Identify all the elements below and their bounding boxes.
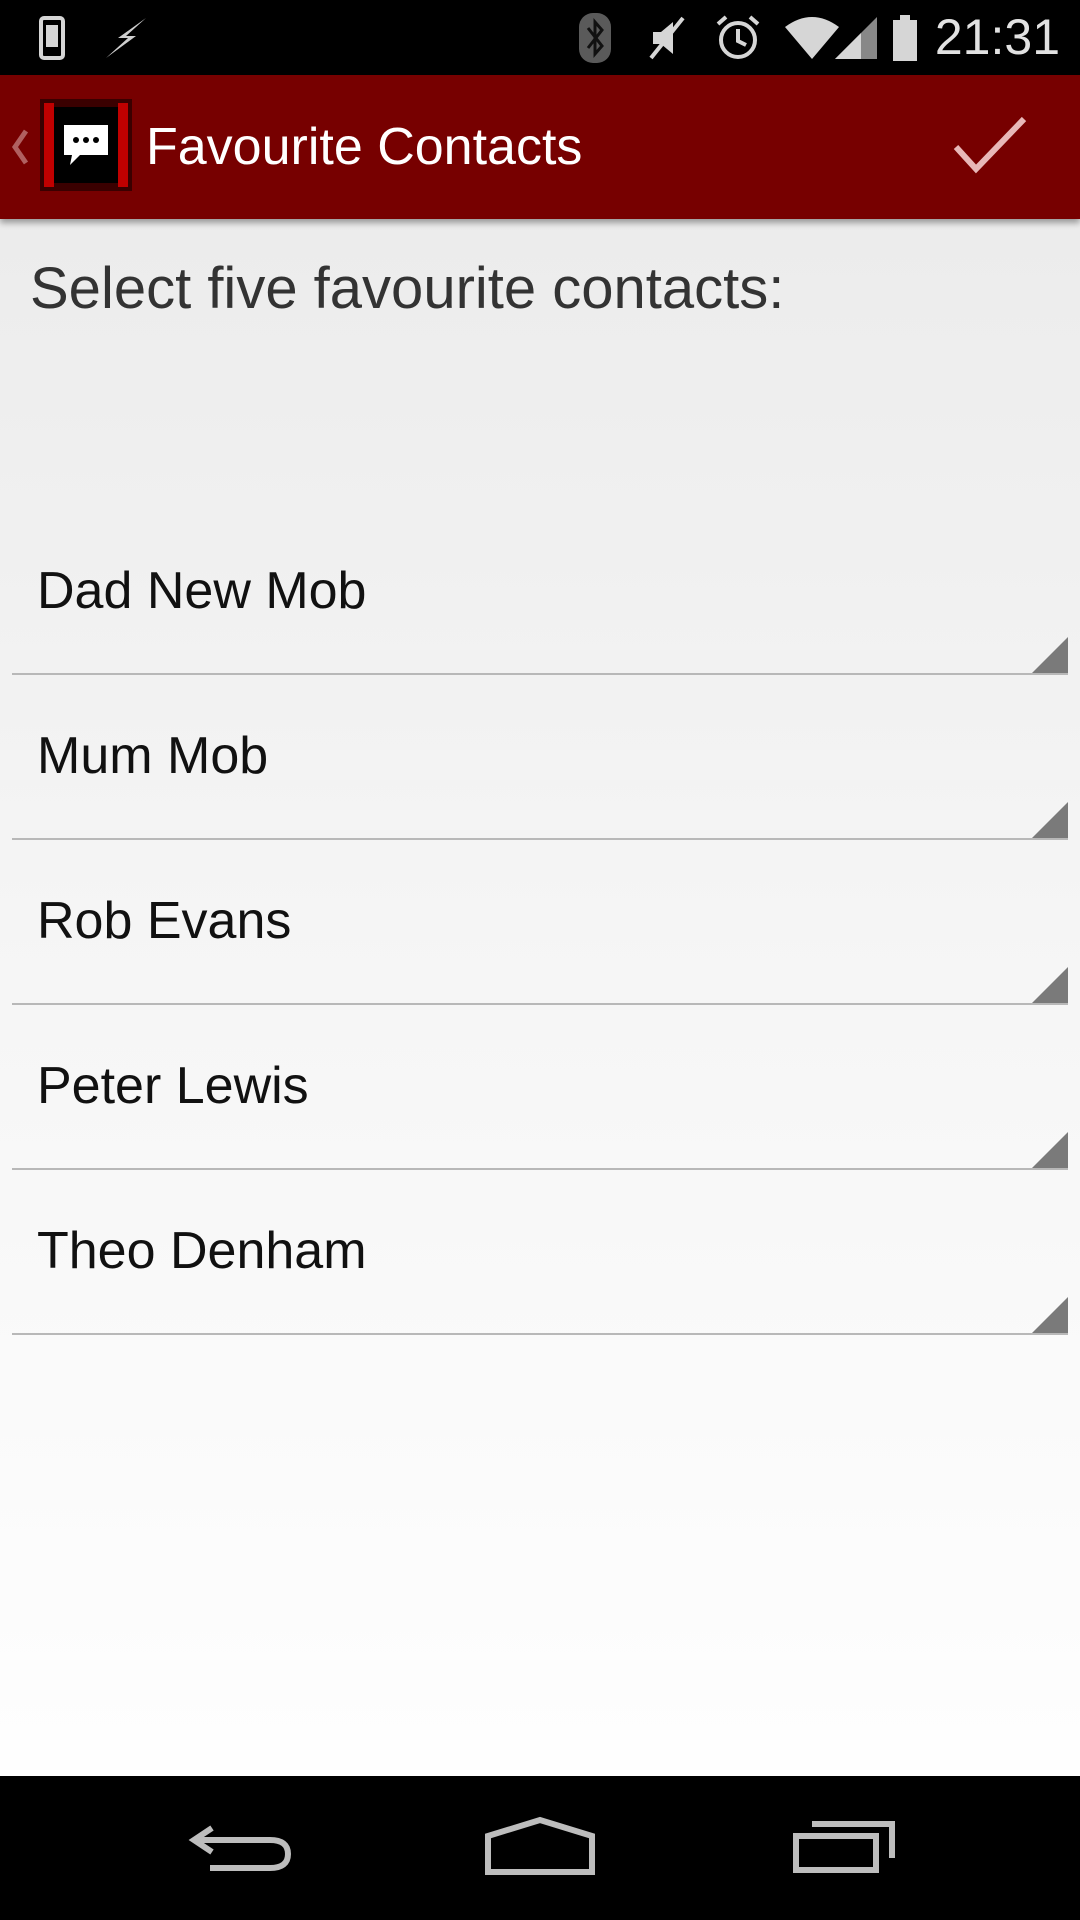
spinner-label: Mum Mob — [37, 727, 269, 785]
home-button[interactable] — [460, 1776, 620, 1920]
battery-icon — [890, 0, 920, 75]
action-bar: Favourite Contacts — [0, 75, 1080, 219]
contact-spinner-3[interactable]: Rob Evans — [12, 839, 1068, 1005]
charging-icon — [100, 0, 152, 75]
recent-apps-button[interactable] — [764, 1776, 924, 1920]
phone-icon — [34, 0, 70, 75]
instruction-text: Select five favourite contacts: — [30, 256, 785, 321]
signal-icon — [832, 0, 880, 75]
bluetooth-icon — [575, 0, 615, 75]
navigation-bar — [0, 1776, 1080, 1920]
contact-spinner-2[interactable]: Mum Mob — [12, 674, 1068, 840]
status-bar: 21:31 — [0, 0, 1080, 75]
spinner-label: Dad New Mob — [37, 562, 367, 620]
clock: 21:31 — [934, 9, 1060, 65]
spinner-label: Rob Evans — [37, 892, 292, 950]
dropdown-arrow-icon — [1032, 637, 1068, 673]
page-title: Favourite Contacts — [146, 118, 583, 176]
done-button[interactable] — [930, 75, 1050, 219]
alarm-icon — [712, 0, 764, 75]
spinner-label: Peter Lewis — [37, 1057, 309, 1115]
content-area: Select five favourite contacts: Dad New … — [0, 219, 1080, 1776]
home-icon — [484, 1816, 596, 1881]
contact-spinner-5[interactable]: Theo Denham — [12, 1169, 1068, 1335]
back-arrow-icon — [188, 1818, 292, 1879]
chevron-left-icon[interactable] — [10, 75, 30, 219]
chat-bubble-icon[interactable] — [40, 99, 132, 191]
recent-apps-icon — [792, 1818, 896, 1879]
dropdown-arrow-icon — [1032, 1132, 1068, 1168]
checkmark-icon — [952, 115, 1028, 180]
dropdown-arrow-icon — [1032, 802, 1068, 838]
contact-spinner-4[interactable]: Peter Lewis — [12, 1004, 1068, 1170]
dropdown-arrow-icon — [1032, 1297, 1068, 1333]
contact-spinner-1[interactable]: Dad New Mob — [12, 509, 1068, 675]
vibrate-mute-icon — [642, 0, 692, 75]
dropdown-arrow-icon — [1032, 967, 1068, 1003]
back-button[interactable] — [160, 1776, 320, 1920]
spinner-label: Theo Denham — [37, 1222, 367, 1280]
